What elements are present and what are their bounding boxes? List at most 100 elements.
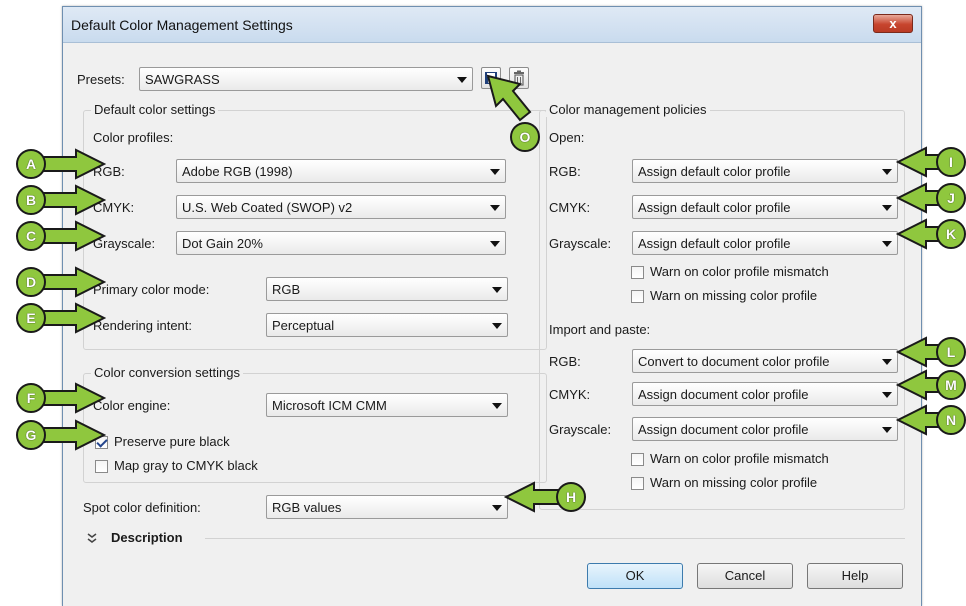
import-section-label: Import and paste: [549,322,651,337]
import-rgb-select[interactable]: Convert to document color profile [632,349,898,373]
callout-m: M [896,367,966,403]
open-rgb-select[interactable]: Assign default color profile [632,159,898,183]
callout-letter: L [936,337,966,367]
chevron-down-icon [492,323,502,329]
import-cmyk-value: Assign document color profile [638,387,809,402]
import-warn-mismatch-label: Warn on color profile mismatch [650,451,829,466]
import-cmyk-label: CMYK: [549,387,591,402]
callout-b: B [14,182,106,218]
open-rgb-value: Assign default color profile [638,164,791,179]
chevron-down-icon [492,505,502,511]
chevron-down-icon [882,205,892,211]
callout-i: I [896,144,966,180]
chevron-down-icon [882,169,892,175]
open-warn-missing-label: Warn on missing color profile [650,288,818,303]
open-cmyk-label: CMYK: [549,200,591,215]
color-profiles-label: Color profiles: [93,130,174,145]
open-rgb-label: RGB: [549,164,581,179]
close-button[interactable]: x [873,14,913,33]
callout-letter: G [16,420,46,450]
close-icon: x [889,16,897,31]
chevron-down-icon [492,403,502,409]
rgb-profile-value: Adobe RGB (1998) [182,164,293,179]
callout-letter: M [936,370,966,400]
callout-l: L [896,334,966,370]
open-warn-missing-checkbox[interactable] [631,290,644,303]
import-cmyk-select[interactable]: Assign document color profile [632,382,898,406]
open-grayscale-value: Assign default color profile [638,236,791,251]
primary-color-mode-value: RGB [272,282,301,297]
callout-letter: N [936,405,966,435]
policies-title: Color management policies [546,102,710,117]
callout-letter: C [16,221,46,251]
cmyk-profile-select[interactable]: U.S. Web Coated (SWOP) v2 [176,195,506,219]
presets-value: SAWGRASS [145,72,220,87]
description-divider [83,538,905,539]
open-cmyk-select[interactable]: Assign default color profile [632,195,898,219]
description-toggle[interactable]: Description [81,528,205,550]
chevron-down-icon [490,205,500,211]
callout-letter: A [16,149,46,179]
chevron-down-icon [882,427,892,433]
import-grayscale-value: Assign document color profile [638,422,809,437]
chevron-down-icon [490,169,500,175]
grayscale-profile-select[interactable]: Dot Gain 20% [176,231,506,255]
map-gray-label: Map gray to CMYK black [114,458,258,473]
rendering-intent-value: Perceptual [272,318,335,333]
callout-letter: I [936,147,966,177]
callout-letter: H [556,482,586,512]
cancel-button[interactable]: Cancel [697,563,793,589]
open-warn-mismatch-label: Warn on color profile mismatch [650,264,829,279]
chevron-down-icon [882,241,892,247]
double-chevron-down-icon [87,533,97,543]
rgb-profile-select[interactable]: Adobe RGB (1998) [176,159,506,183]
color-engine-select[interactable]: Microsoft ICM CMM [266,393,508,417]
title-bar[interactable]: Default Color Management Settings x [63,7,921,43]
callout-a: A [14,146,106,182]
primary-color-mode-select[interactable]: RGB [266,277,508,301]
callout-o: O [486,74,546,154]
window-title: Default Color Management Settings [71,17,293,33]
chevron-down-icon [490,241,500,247]
callout-letter: J [936,183,966,213]
import-warn-missing-label: Warn on missing color profile [650,475,818,490]
callout-g: G [14,417,106,453]
help-button[interactable]: Help [807,563,903,589]
description-label: Description [111,530,183,545]
spot-color-label: Spot color definition: [83,500,201,515]
presets-select[interactable]: SAWGRASS [139,67,473,91]
import-grayscale-select[interactable]: Assign document color profile [632,417,898,441]
open-warn-mismatch-checkbox[interactable] [631,266,644,279]
grayscale-profile-value: Dot Gain 20% [182,236,263,251]
color-conversion-title: Color conversion settings [91,365,243,380]
callout-n: N [896,402,966,438]
open-section-label: Open: [549,130,585,145]
callout-letter: E [16,303,46,333]
callout-j: J [896,180,966,216]
import-grayscale-label: Grayscale: [549,422,612,437]
import-rgb-value: Convert to document color profile [638,354,830,369]
ok-button[interactable]: OK [587,563,683,589]
callout-e: E [14,300,106,336]
callout-k: K [896,216,966,252]
import-warn-mismatch-checkbox[interactable] [631,453,644,466]
callout-letter: O [510,122,540,152]
chevron-down-icon [457,77,467,83]
callout-letter: B [16,185,46,215]
rendering-intent-select[interactable]: Perceptual [266,313,508,337]
primary-color-mode-label: Primary color mode: [93,282,210,297]
callout-h: H [504,479,588,515]
cmyk-profile-value: U.S. Web Coated (SWOP) v2 [182,200,353,215]
color-engine-value: Microsoft ICM CMM [272,398,387,413]
chevron-down-icon [882,359,892,365]
open-grayscale-select[interactable]: Assign default color profile [632,231,898,255]
rendering-intent-label: Rendering intent: [93,318,193,333]
spot-color-select[interactable]: RGB values [266,495,508,519]
presets-label: Presets: [77,72,125,87]
callout-letter: K [936,219,966,249]
callout-f: F [14,380,106,416]
callout-d: D [14,264,106,300]
map-gray-checkbox[interactable] [95,460,108,473]
import-warn-missing-checkbox[interactable] [631,477,644,490]
open-cmyk-value: Assign default color profile [638,200,791,215]
